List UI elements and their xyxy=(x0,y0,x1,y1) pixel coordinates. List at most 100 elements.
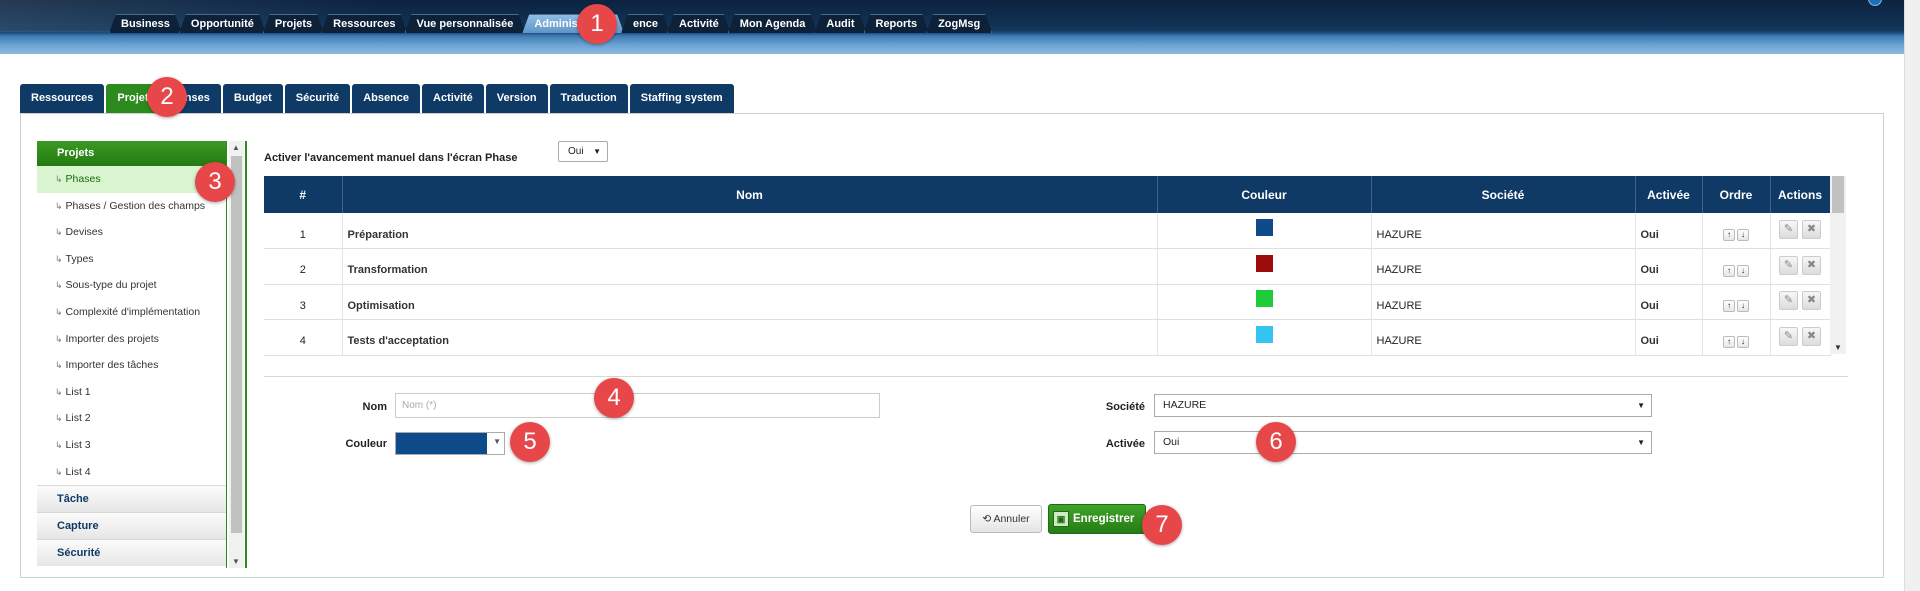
subitem-arrow-icon: ↳ xyxy=(55,253,63,264)
tree-item-label: Importer des tâches xyxy=(65,359,159,372)
top-tab[interactable]: Vue personnalisée xyxy=(405,14,526,33)
row-number: 4 xyxy=(264,319,343,356)
tree-group[interactable]: Tâche xyxy=(37,485,226,513)
settings-tree: Projets ↳ Phases ↳ Phases / Gestion des cha… xyxy=(37,141,227,568)
row-number: 2 xyxy=(264,248,343,285)
phases-table: # Nom Couleur Société Activée Ordre Actions 1P… xyxy=(264,176,1831,356)
cancel-button[interactable]: ⟲ Annuler xyxy=(970,505,1042,533)
couleur-label: Couleur xyxy=(345,438,387,450)
floppy-disk-icon: ▣ xyxy=(1053,511,1069,527)
tree-item-label: Complexité d'implémentation xyxy=(65,305,201,318)
row-company: HAZURE xyxy=(1371,248,1636,285)
move-down-icon[interactable]: ↓ xyxy=(1737,229,1749,241)
chevron-down-icon: ▼ xyxy=(1637,401,1645,410)
top-tab[interactable]: Mon Agenda xyxy=(728,14,818,33)
move-up-icon[interactable]: ↑ xyxy=(1723,229,1735,241)
edit-icon[interactable]: ✎ xyxy=(1779,326,1798,346)
sub-tab[interactable]: Absence xyxy=(352,84,421,113)
tree-item[interactable]: ↳ Importer des tâches xyxy=(37,352,226,379)
tree-group[interactable]: Capture xyxy=(37,512,226,540)
tree-header-projets[interactable]: Projets xyxy=(37,141,226,166)
top-tab[interactable]: ZogMsg xyxy=(926,14,992,33)
delete-icon[interactable]: ✖ xyxy=(1802,220,1821,240)
chevron-down-icon: ▼ xyxy=(1637,438,1645,447)
top-tab[interactable]: Ressources xyxy=(321,14,407,33)
tree-item[interactable]: ↳ List 3 xyxy=(37,432,226,459)
edit-icon[interactable]: ✎ xyxy=(1779,291,1798,311)
subitem-arrow-icon: ↳ xyxy=(55,227,63,238)
societe-select[interactable]: HAZURE ▼ xyxy=(1154,394,1652,417)
move-down-icon[interactable]: ↓ xyxy=(1737,300,1749,313)
activee-value: Oui xyxy=(1163,436,1180,448)
sub-tab[interactable]: Sécurité xyxy=(284,84,351,113)
delete-icon[interactable]: ✖ xyxy=(1802,326,1821,346)
scroll-down-icon[interactable]: ▼ xyxy=(232,557,240,566)
edit-icon[interactable]: ✎ xyxy=(1779,255,1798,275)
page-scrollbar[interactable] xyxy=(1904,0,1920,591)
edit-icon[interactable]: ✎ xyxy=(1779,220,1798,240)
tree-item[interactable]: ↳ List 4 xyxy=(37,459,226,486)
tree-item[interactable]: ↳ Importer des projets xyxy=(37,326,226,353)
table-scrollbar[interactable]: ▼ xyxy=(1830,176,1846,354)
callout-badge: 7 xyxy=(1142,505,1182,545)
subitem-arrow-icon: ↳ xyxy=(55,439,63,450)
subitem-arrow-icon: ↳ xyxy=(55,306,63,317)
tree-item-label: Sous-type du projet xyxy=(65,279,157,292)
sub-tab[interactable]: Ressources xyxy=(20,84,105,113)
activee-select[interactable]: Oui ▼ xyxy=(1154,431,1652,454)
save-button[interactable]: ▣ Enregistrer xyxy=(1048,504,1146,534)
row-color-cell xyxy=(1157,284,1372,320)
user-indicator-icon[interactable] xyxy=(1868,0,1882,6)
column-header: # xyxy=(264,176,343,213)
subitem-arrow-icon: ↳ xyxy=(55,413,63,424)
couleur-picker[interactable]: ▼ xyxy=(395,432,505,455)
move-down-icon[interactable]: ↓ xyxy=(1737,264,1749,277)
move-up-icon[interactable]: ↑ xyxy=(1723,264,1735,277)
tree-divider xyxy=(245,141,247,568)
row-actions-cell: ✎ ✖ xyxy=(1770,284,1831,320)
tree-item[interactable]: ↳ Complexité d'implémentation xyxy=(37,299,226,326)
sub-tab[interactable]: Budget xyxy=(222,84,283,113)
top-tab[interactable]: Activité xyxy=(667,14,731,33)
top-tab[interactable]: Business xyxy=(109,14,182,33)
tree-item[interactable]: ↳ Phases / Gestion des champs xyxy=(37,193,226,220)
top-tab[interactable]: Projets xyxy=(263,14,324,33)
top-tab[interactable]: Opportunité xyxy=(179,14,266,33)
delete-icon[interactable]: ✖ xyxy=(1802,255,1821,275)
sub-tab[interactable]: Traduction xyxy=(549,84,628,113)
table-row: 2 Transformation HAZURE Oui ↑ ↓ ✎ ✖ xyxy=(264,248,1831,285)
row-active: Oui xyxy=(1635,284,1703,320)
top-tab[interactable]: Reports xyxy=(864,14,930,33)
tree-group[interactable]: Sécurité xyxy=(37,539,226,567)
tree-item[interactable]: ↳ Types xyxy=(37,246,226,273)
tree-item[interactable]: ↳ Devises xyxy=(37,219,226,246)
tree-scrollbar[interactable]: ▲ ▼ xyxy=(229,141,244,568)
tree-item[interactable]: ↳ Sous-type du projet xyxy=(37,272,226,299)
chevron-down-icon: ▼ xyxy=(593,147,601,156)
row-name: Tests d'acceptation xyxy=(342,319,1158,356)
sub-tab[interactable]: Staffing system xyxy=(629,84,734,113)
manual-progress-select[interactable]: Oui ▼ xyxy=(558,141,608,162)
nom-input[interactable]: Nom (*) xyxy=(395,393,880,418)
delete-icon[interactable]: ✖ xyxy=(1802,291,1821,311)
scroll-down-icon[interactable]: ▼ xyxy=(1834,343,1842,352)
subitem-arrow-icon: ↳ xyxy=(55,333,63,344)
move-up-icon[interactable]: ↑ xyxy=(1723,335,1735,348)
top-tab[interactable]: ence xyxy=(621,14,670,33)
sub-tab[interactable]: Version xyxy=(485,84,548,113)
chevron-down-icon: ▼ xyxy=(493,437,501,446)
row-company: HAZURE xyxy=(1371,284,1636,320)
tree-item-label: Devises xyxy=(65,226,103,239)
scroll-up-icon[interactable]: ▲ xyxy=(232,143,240,152)
tree-item[interactable]: ↳ List 2 xyxy=(37,405,226,432)
refresh-icon: ⟲ xyxy=(982,513,992,525)
tree-item[interactable]: ↳ List 1 xyxy=(37,379,226,406)
admin-sub-tabs: Ressources Projets enses Budget Sécurité Abse… xyxy=(20,84,736,113)
move-down-icon[interactable]: ↓ xyxy=(1737,335,1749,348)
tree-item-label: List 1 xyxy=(65,385,91,398)
table-scroll-thumb[interactable] xyxy=(1832,176,1844,213)
tree-scroll-thumb[interactable] xyxy=(231,156,242,533)
move-up-icon[interactable]: ↑ xyxy=(1723,300,1735,313)
sub-tab[interactable]: Activité xyxy=(422,84,484,113)
top-tab[interactable]: Audit xyxy=(814,14,866,33)
